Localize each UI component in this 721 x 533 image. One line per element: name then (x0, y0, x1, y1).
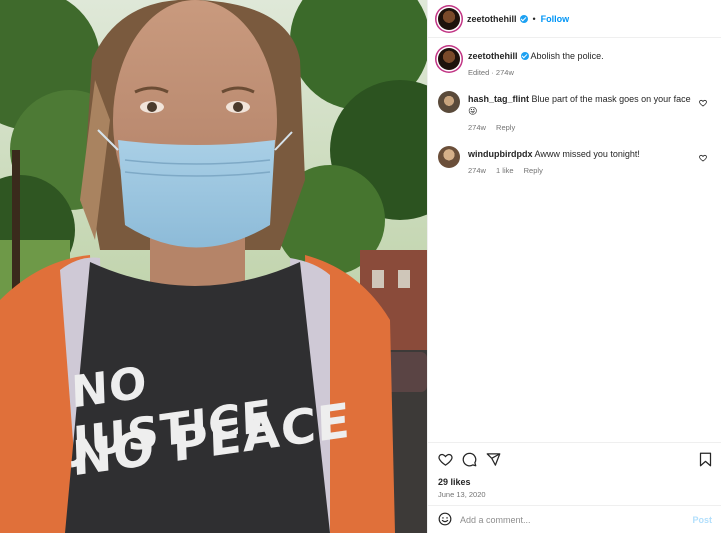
commenter-username[interactable]: windupbirdpdx (468, 149, 533, 159)
comment-age: 274w (468, 123, 486, 132)
header-separator: • (532, 13, 536, 24)
likes-count[interactable]: 29 likes (428, 469, 721, 487)
comment-icon[interactable] (462, 452, 477, 469)
comment-input[interactable] (460, 514, 693, 525)
caption-author-avatar[interactable] (438, 48, 460, 70)
post-comment-button[interactable]: Post (692, 515, 712, 525)
reply-button[interactable]: Reply (496, 123, 515, 132)
caption-text: Abolish the police. (530, 51, 604, 61)
post-header: zeetothehill • Follow (428, 0, 721, 38)
follow-button[interactable]: Follow (541, 14, 570, 24)
caption: zeetothehill Abolish the police. Edited … (438, 48, 711, 77)
caption-meta: Edited · 274w (468, 68, 514, 77)
bookmark-icon[interactable] (699, 452, 712, 469)
post-photo: NO JUSTICE NO PEACE (0, 0, 427, 533)
post-side-panel: zeetothehill • Follow zeetothehill Aboli… (427, 0, 721, 533)
heart-icon[interactable] (438, 452, 453, 469)
verified-badge-icon (519, 14, 528, 23)
commenter-avatar[interactable] (438, 146, 460, 168)
commenter-username[interactable]: hash_tag_flint (468, 94, 529, 104)
author-avatar[interactable] (438, 7, 460, 30)
reply-button[interactable]: Reply (524, 166, 543, 175)
comment-like-heart-icon[interactable] (699, 99, 707, 109)
emoji-icon[interactable] (438, 512, 452, 528)
add-comment-bar: Post (428, 505, 721, 533)
comment-text: Awww missed you tonight! (534, 149, 640, 159)
verified-badge-icon (520, 52, 529, 60)
post-date: June 13, 2020 (438, 490, 486, 499)
share-icon[interactable] (486, 452, 501, 469)
commenter-avatar[interactable] (438, 91, 460, 113)
author-username[interactable]: zeetothehill (467, 14, 517, 24)
caption-author[interactable]: zeetothehill (468, 51, 518, 61)
comments-list: zeetothehill Abolish the police. Edited … (428, 38, 721, 175)
comment-age: 274w (468, 166, 486, 175)
comment-likes[interactable]: 1 like (496, 166, 514, 175)
comment-item: hash_tag_flint Blue part of the mask goe… (438, 91, 711, 132)
comment-item: windupbirdpdx Awww missed you tonight! 2… (438, 146, 711, 175)
comment-like-heart-icon[interactable] (699, 154, 707, 164)
